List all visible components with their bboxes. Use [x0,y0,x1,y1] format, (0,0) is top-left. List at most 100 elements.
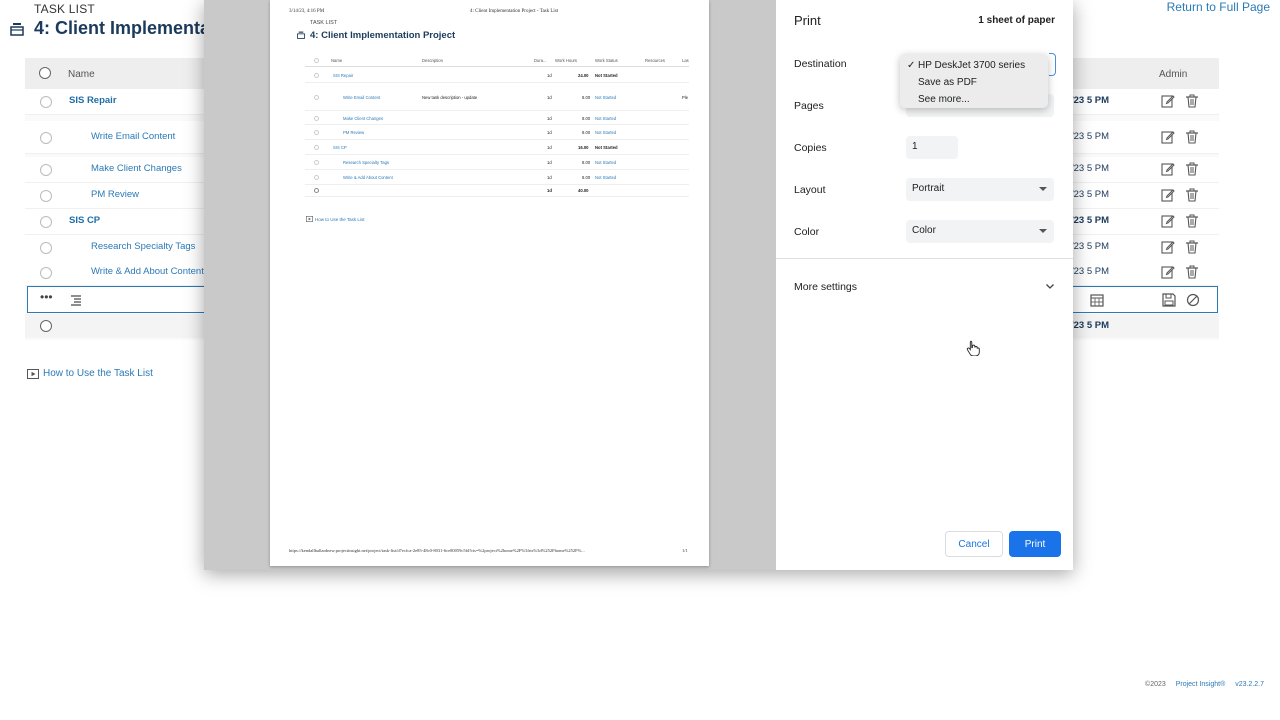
preview-table-row: Write Email Content New task description … [305,83,689,111]
task-date: /23 5 PM [1071,189,1110,200]
preview-table-row: SIS CP 1d 16.00 Not Started [305,140,689,155]
video-icon [27,368,39,379]
preview-total-row: 1d 40.00 [305,185,689,197]
trash-icon[interactable] [1185,130,1199,144]
task-name-link[interactable]: Write Email Content [91,131,175,142]
trash-icon[interactable] [1185,240,1199,254]
preview-row-radio [314,145,319,150]
footer-version: v23.2.2.7 [1235,681,1264,688]
cancel-icon[interactable] [1186,293,1200,307]
preview-task-hours: 8.00 [582,160,591,165]
preview-task-hours: 16.00 [578,145,589,150]
color-select[interactable]: Color [906,220,1054,243]
preview-task-status: Not Started [595,116,617,121]
edit-icon[interactable] [1161,162,1175,176]
destination-option-label: HP DeskJet 3700 series [918,60,1026,71]
layout-value: Portrait [912,183,945,194]
row-select-radio[interactable] [40,164,52,176]
preview-table-header: Name Description Dura... Work Hours Work… [305,55,689,67]
copies-input[interactable]: 1 [906,136,958,159]
trash-icon[interactable] [1185,162,1199,176]
preview-task-resources: Ple [682,95,689,100]
page-label: TASK LIST [34,2,95,16]
preview-task-status: Not Started [595,175,617,180]
preview-task-hours: 8.00 [582,130,591,135]
preview-task-duration: 1d [547,175,552,180]
color-label: Color [794,226,820,238]
preview-task-name: Write & Add About Content [343,175,393,180]
task-date: /23 5 PM [1071,163,1110,174]
indent-icon[interactable] [70,294,82,306]
settings-divider [776,258,1073,259]
task-name-link[interactable]: Research Specialty Tags [91,241,195,252]
preview-task-name: Research Specialty Tags [343,160,390,165]
trash-icon[interactable] [1185,214,1199,228]
print-button[interactable]: Print [1009,531,1061,557]
preview-col-description: Description [422,58,443,63]
more-options-button[interactable]: ••• [40,290,53,304]
destination-option-see-more[interactable]: See more... [900,91,1048,108]
task-date: /23 5 PM [1071,241,1110,252]
destination-select-focus-ring [1049,53,1056,76]
edit-icon[interactable] [1161,130,1175,144]
preview-row-radio [314,116,319,121]
task-name-link[interactable]: SIS Repair [69,95,117,106]
edit-icon[interactable] [1161,214,1175,228]
task-name-link[interactable]: PM Review [91,189,139,200]
preview-row-radio [314,130,319,135]
how-to-link[interactable]: How to Use the Task List [27,368,153,379]
preview-row-radio [314,95,319,100]
layout-select[interactable]: Portrait [906,178,1054,201]
edit-icon[interactable] [1161,240,1175,254]
footer-brand[interactable]: Project Insight® [1176,681,1226,688]
calendar-icon[interactable] [1090,293,1104,307]
edit-icon[interactable] [1161,94,1175,108]
preview-task-duration: 1d [547,130,552,135]
preview-table-row: SIS Repair 1d 24.00 Not Started [305,68,689,83]
row-select-radio[interactable] [40,242,52,254]
preview-task-name: Write Email Content [343,95,381,100]
row-select-radio[interactable] [40,96,52,108]
preview-page: 3/14/23, 4:16 PM 4: Client Implementatio… [270,0,709,566]
task-name-link[interactable]: Make Client Changes [91,163,182,174]
save-icon[interactable] [1162,293,1176,307]
preview-how-to-link: How to Use the Task List [306,216,364,222]
color-caret-icon [1039,229,1047,233]
preview-total-duration: 1d [547,188,552,193]
return-to-full-page-link[interactable]: Return to Full Page [1167,0,1270,14]
task-name-link[interactable]: SIS CP [69,215,100,226]
more-settings-toggle[interactable]: More settings [794,281,857,293]
column-header-admin: Admin [1159,69,1188,80]
chevron-down-icon[interactable] [1045,281,1055,291]
how-to-link-label: How to Use the Task List [43,368,153,379]
print-title: Print [794,13,821,28]
preview-col-work-status: Work Status [595,58,618,63]
task-date: /23 5 PM [1071,95,1110,106]
task-date: /23 5 PM [1071,131,1110,142]
preview-stack-icon [297,31,305,39]
trash-icon[interactable] [1185,94,1199,108]
print-preview-pane[interactable]: 3/14/23, 4:16 PM 4: Client Implementatio… [204,0,776,570]
destination-option-pdf[interactable]: Save as PDF [900,74,1048,91]
preview-row-radio [314,175,319,180]
destination-option-label: See more... [918,94,970,105]
edit-icon[interactable] [1161,265,1175,279]
destination-dropdown[interactable]: ✓ HP DeskJet 3700 series Save as PDF See… [900,54,1048,108]
select-all-radio[interactable] [39,67,51,79]
edit-icon[interactable] [1161,188,1175,202]
row-select-radio[interactable] [40,190,52,202]
task-name-link[interactable]: Write & Add About Content [91,266,204,277]
preview-col-name: Name [331,58,343,63]
row-select-radio[interactable] [40,132,52,144]
trash-icon[interactable] [1185,265,1199,279]
total-row-radio[interactable] [40,320,52,332]
preview-task-duration: 1d [547,73,552,78]
row-select-radio[interactable] [40,216,52,228]
trash-icon[interactable] [1185,188,1199,202]
cancel-button[interactable]: Cancel [945,531,1003,557]
destination-option-hp[interactable]: ✓ HP DeskJet 3700 series [900,57,1048,74]
row-select-radio[interactable] [40,267,52,279]
preview-table-row: Make Client Changes 1d 8.00 Not Started [305,111,689,125]
preview-task-status: Not Started [595,73,618,78]
preview-task-name: SIS CP [333,145,347,150]
